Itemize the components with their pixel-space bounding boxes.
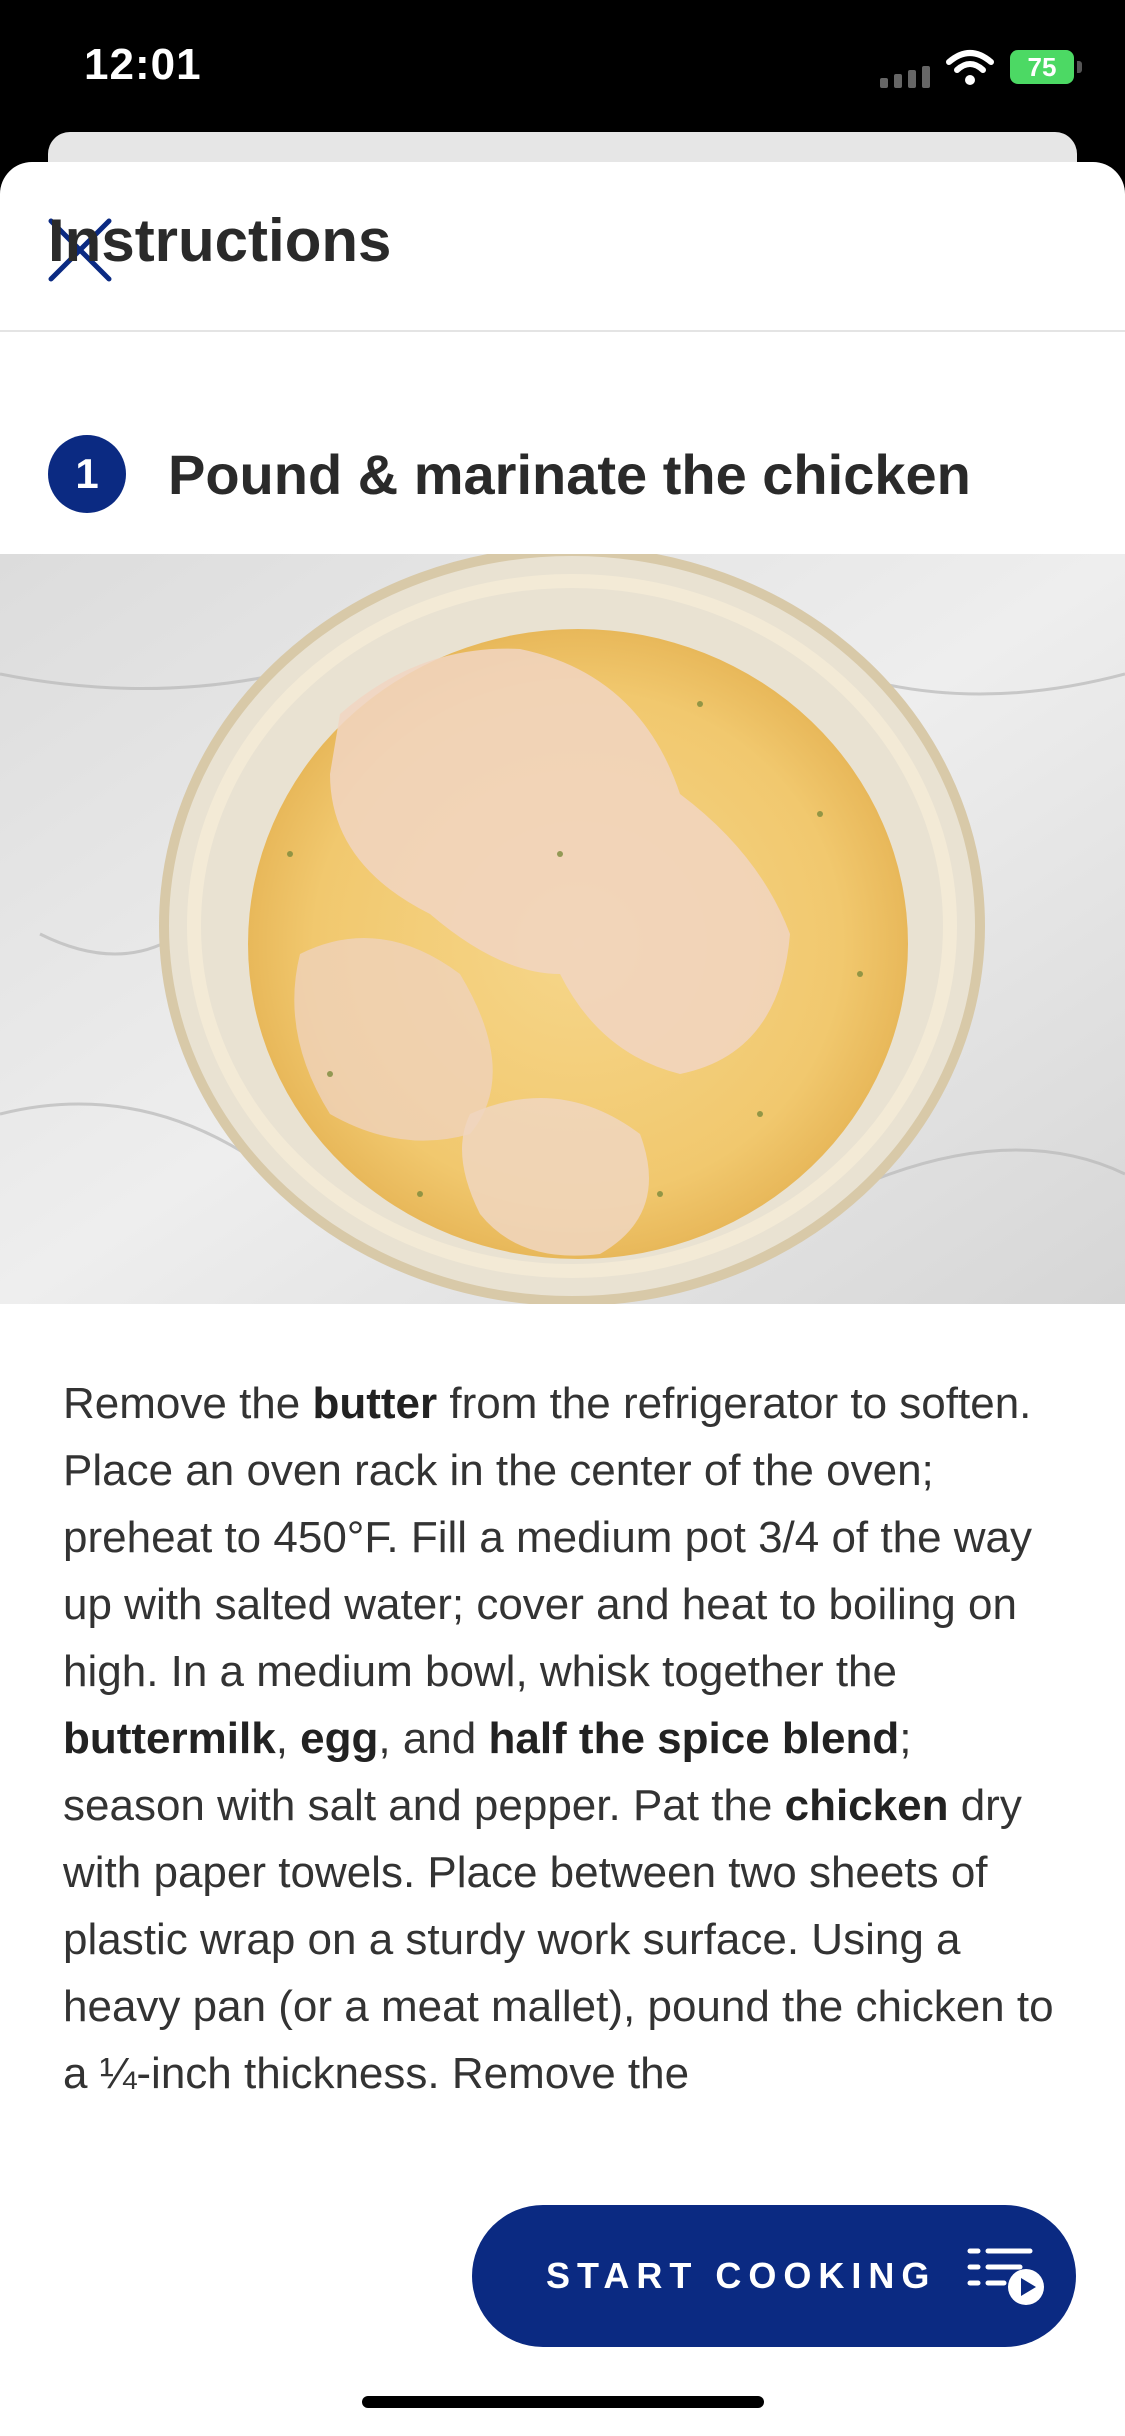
battery-icon: 75 — [1010, 50, 1082, 84]
wifi-icon — [946, 50, 994, 85]
start-cooking-label: START COOKING — [546, 2255, 937, 2296]
start-cooking-button[interactable]: START COOKING — [472, 2205, 1076, 2347]
step-title: Pound & marinate the chicken — [168, 442, 971, 506]
instruction-text: , and — [378, 1714, 489, 1763]
step-instructions: Remove the butter from the refrigerator … — [63, 1370, 1063, 2107]
battery-level: 75 — [1027, 51, 1057, 82]
ingredient-highlight: chicken — [784, 1781, 949, 1830]
instruction-text: , — [275, 1714, 301, 1763]
ingredient-highlight: egg — [300, 1714, 379, 1763]
home-indicator — [362, 2396, 764, 2408]
ingredient-highlight: butter — [312, 1379, 438, 1428]
page-title: Instructions — [48, 207, 392, 274]
status-time: 12:01 — [84, 40, 202, 89]
cooking-list-play-icon — [967, 2248, 1044, 2305]
cellular-signal-icon — [880, 66, 930, 88]
step-number-badge: 1 — [48, 435, 126, 513]
instruction-text: Remove the — [63, 1379, 313, 1428]
status-bar: 12:01 75 — [0, 0, 1125, 140]
ingredient-highlight: buttermilk — [63, 1714, 276, 1763]
step-header: 1 Pound & marinate the chicken — [48, 435, 971, 513]
marinated-chicken-bowl-photo — [0, 554, 1125, 1304]
ingredient-highlight: half the spice blend — [488, 1714, 900, 1763]
